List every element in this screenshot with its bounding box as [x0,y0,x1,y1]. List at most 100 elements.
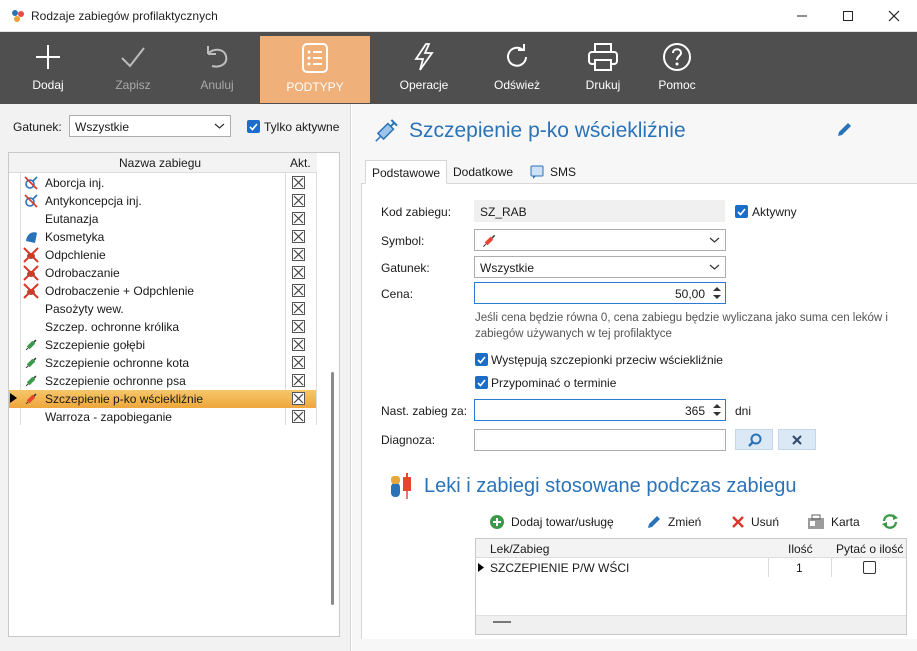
column-header-active[interactable]: Akt. [290,156,311,170]
rabies-vaccine-checkbox[interactable] [475,353,488,366]
list-item[interactable]: Szczepienie gołębi [9,336,316,354]
active-checkbox[interactable] [292,266,305,279]
checkmark-icon [477,379,486,387]
refresh-button[interactable]: Odśwież [473,36,561,102]
maximize-icon [843,11,853,21]
list-item[interactable]: Odrobaczenie + Odpchlenie [9,282,316,300]
list-item[interactable]: Odpchlenie [9,246,316,264]
only-active-checkbox[interactable] [247,120,260,133]
list-item[interactable]: Szczep. ochronne królika [9,318,316,336]
list-item[interactable]: Odrobaczanie [9,264,316,282]
list-item-name: Antykoncepcja inj. [45,194,142,208]
remind-checkbox[interactable] [475,376,488,389]
syringe-icon [375,119,398,142]
current-row-arrow-icon [478,563,484,572]
spinner-arrows-icon[interactable] [710,401,724,419]
species-value: Wszystkie [480,261,534,275]
active-checkbox[interactable] [292,302,305,315]
items-grid-header: Lek/Zabieg Ilość Pytać o ilość [476,539,906,558]
list-item-name: Pasożyty wew. [45,302,124,316]
delete-item-button[interactable]: Usuń [731,512,779,532]
column-header-ask-quantity[interactable]: Pytać o ilość [836,542,903,556]
species-select[interactable]: Wszystkie [474,256,726,278]
spinner-arrows-icon[interactable] [710,284,724,302]
subtypes-button-label: PODTYPY [286,80,344,94]
active-checkbox[interactable] [292,356,305,369]
column-header-item[interactable]: Lek/Zabieg [490,542,549,556]
active-checkbox[interactable] [292,248,305,261]
table-row[interactable]: SZCZEPIENIE P/W WŚCI 1 [476,558,906,577]
list-item[interactable]: Antykoncepcja inj. [9,192,316,210]
close-icon [792,435,802,445]
diagnosis-clear-button[interactable] [778,429,816,450]
add-button[interactable]: Dodaj [4,36,92,102]
operations-button[interactable]: Operacje [380,36,468,102]
delete-item-label: Usuń [751,515,780,529]
refresh-icon[interactable] [881,513,899,529]
cancel-button[interactable]: Anuluj [173,36,261,102]
active-checkbox[interactable] [292,284,305,297]
list-item[interactable]: Szczepienie ochronne psa [9,372,316,390]
minimize-button[interactable] [779,0,825,32]
diagnosis-search-button[interactable] [735,429,773,450]
active-checkbox[interactable] [292,374,305,387]
list-item[interactable]: Warroza - zapobieganie [9,408,316,426]
column-header-quantity[interactable]: Ilość [788,542,813,556]
tab-basic[interactable]: Podstawowe [365,160,448,184]
species-filter-value: Wszystkie [75,120,129,134]
active-checkbox[interactable] [292,194,305,207]
add-item-button[interactable]: Dodaj towar/usługę [489,512,614,532]
active-checkbox[interactable] [292,230,305,243]
only-active-label: Tylko aktywne [264,120,340,134]
code-field: SZ_RAB [474,200,725,222]
active-checkbox[interactable] [292,410,305,423]
symbol-select[interactable] [474,229,726,251]
refresh-icon [507,44,527,67]
rabies-vaccine-label: Występują szczepionki przeciw wściekliźn… [491,353,723,367]
card-button[interactable]: Karta [807,512,860,532]
active-checkbox[interactable] [292,320,305,333]
vertical-scrollbar[interactable] [331,372,334,605]
price-label: Cena: [381,287,414,301]
help-button[interactable]: Pomoc [633,36,721,102]
column-divider [768,558,769,577]
code-label: Kod zabiegu: [381,205,452,219]
help-icon [663,43,691,71]
list-item-name: Szczep. ochronne królika [45,320,180,334]
active-checkbox[interactable] [292,338,305,351]
minimize-icon [797,15,807,17]
close-button[interactable] [871,0,917,32]
list-item-name: Odrobaczanie [45,266,120,280]
tab-sms[interactable]: SMS [524,160,582,184]
syringe-green-icon [23,373,39,389]
price-note: Jeśli cena będzie równa 0, cena zabiegu … [475,312,888,340]
subtypes-button[interactable]: PODTYPY [260,36,370,103]
list-item[interactable]: Szczepienie p-ko wściekliźnie [9,390,316,408]
tab-additional[interactable]: Dodatkowe [447,160,519,184]
edit-pencil-icon[interactable] [835,121,853,139]
list-item[interactable]: Szczepienie ochronne kota [9,354,316,372]
active-checkbox[interactable] [735,205,748,218]
refresh-button-label: Odśwież [493,78,540,92]
species-filter-select[interactable]: Wszystkie [69,115,231,137]
list-item[interactable]: Eutanazja [9,210,316,228]
active-checkbox[interactable] [292,176,305,189]
save-button-label: Zapisz [115,78,151,92]
edit-item-button[interactable]: Zmień [646,512,701,532]
list-item[interactable]: Aborcja inj. [9,174,316,192]
horizontal-scrollbar[interactable] [493,621,511,623]
list-item[interactable]: Kosmetyka [9,228,316,246]
active-checkbox[interactable] [292,392,305,405]
maximize-button[interactable] [825,0,871,32]
diagnosis-input[interactable] [474,429,726,451]
ask-quantity-checkbox[interactable] [863,561,876,574]
list-item-name: Odpchlenie [45,248,106,262]
active-checkbox[interactable] [292,212,305,225]
days-unit-label: dni [735,404,752,418]
next-procedure-input[interactable]: 365 [474,399,726,421]
column-header-name[interactable]: Nazwa zabiegu [119,156,201,170]
price-input[interactable]: 50,00 [474,282,726,304]
flea-icon [23,265,39,281]
list-item[interactable]: Pasożyty wew. [9,300,316,318]
save-button[interactable]: Zapisz [89,36,177,102]
